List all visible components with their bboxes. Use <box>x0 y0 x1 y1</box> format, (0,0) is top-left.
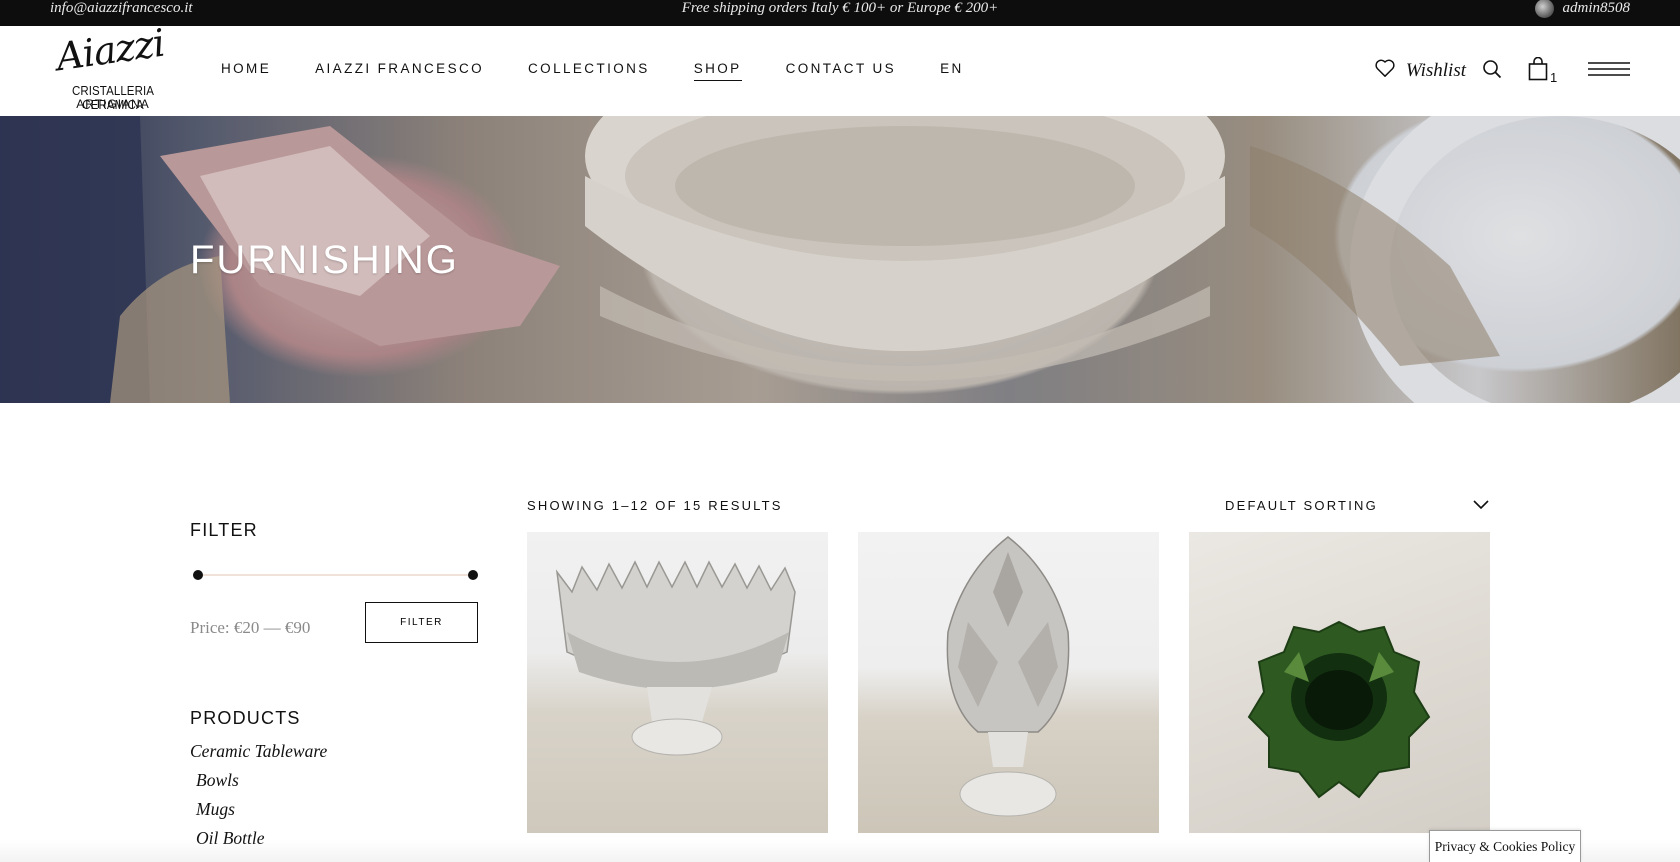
wishlist-link[interactable]: Wishlist <box>1374 58 1466 84</box>
product-image-artichoke-sculpture <box>946 536 1070 817</box>
product-card[interactable] <box>527 532 828 833</box>
products-heading: PRODUCTS <box>190 708 301 728</box>
product-image-artichoke-bowl <box>555 560 796 756</box>
heart-icon <box>1374 58 1396 84</box>
page-title: FURNISHING <box>190 238 459 282</box>
product-card[interactable] <box>858 532 1159 833</box>
main-nav: HOME AIAZZI FRANCESCO COLLECTIONS SHOP C… <box>221 26 964 116</box>
hero-banner: FURNISHING <box>0 116 1680 403</box>
slider-track <box>193 574 478 576</box>
logo-line-2: ARTIGIANA <box>76 97 150 111</box>
nav-item-home[interactable]: HOME <box>221 61 271 81</box>
price-range-label: Price: €20 — €90 <box>190 618 311 637</box>
category-bowls[interactable]: Bowls <box>190 766 480 795</box>
search-icon[interactable] <box>1482 59 1502 84</box>
language-switcher[interactable]: EN <box>940 61 964 81</box>
top-bar: info@aiazzifrancesco.it Free shipping or… <box>0 0 1680 26</box>
product-card[interactable] <box>1189 532 1490 833</box>
sort-label: DEFAULT SORTING <box>1225 498 1378 513</box>
nav-item-collections[interactable]: COLLECTIONS <box>528 61 650 81</box>
username: admin8508 <box>1562 0 1631 16</box>
slider-handle-max[interactable] <box>468 570 478 580</box>
results-count: SHOWING 1–12 OF 15 RESULTS <box>527 498 783 513</box>
bottom-fade <box>0 840 1680 862</box>
header-actions: Wishlist 1 <box>1374 26 1630 116</box>
cart-button[interactable]: 1 <box>1528 56 1557 86</box>
product-image-green-artichoke <box>1247 620 1431 799</box>
product-categories: PRODUCTS Ceramic Tableware Bowls Mugs Oi… <box>190 708 480 853</box>
sort-dropdown[interactable]: DEFAULT SORTING <box>1225 498 1489 513</box>
cookie-policy-button[interactable]: Privacy & Cookies Policy <box>1429 830 1581 862</box>
nav-item-shop[interactable]: SHOP <box>693 61 742 81</box>
user-account[interactable]: admin8508 <box>1534 0 1631 18</box>
avatar <box>1534 0 1554 18</box>
price-range-slider[interactable] <box>193 570 478 580</box>
wishlist-label: Wishlist <box>1405 60 1466 81</box>
category-ceramic-tableware[interactable]: Ceramic Tableware <box>190 737 480 766</box>
nav-item-contact-us[interactable]: CONTACT US <box>786 61 897 81</box>
cart-count: 1 <box>1550 69 1558 85</box>
hamburger-menu-icon[interactable] <box>1588 60 1630 83</box>
site-logo[interactable]: Aiazzi CRISTALLERIA CERAMICA ARTIGIANA <box>48 21 178 112</box>
category-mugs[interactable]: Mugs <box>190 795 480 824</box>
shop-sidebar: FILTER Price: €20 — €90 FILTER PRODUCTS … <box>190 520 480 848</box>
filter-heading: FILTER <box>190 520 258 540</box>
shopping-bag-icon <box>1528 56 1548 86</box>
logo-script: Aiazzi <box>53 20 167 80</box>
filter-button[interactable]: FILTER <box>365 602 478 643</box>
chevron-down-icon <box>1473 498 1489 513</box>
shipping-notice: Free shipping orders Italy € 100+ or Eur… <box>681 0 999 16</box>
slider-handle-min[interactable] <box>193 570 203 580</box>
nav-item-aiazzi-francesco[interactable]: AIAZZI FRANCESCO <box>315 61 484 81</box>
site-header: Aiazzi CRISTALLERIA CERAMICA ARTIGIANA H… <box>0 21 1680 116</box>
